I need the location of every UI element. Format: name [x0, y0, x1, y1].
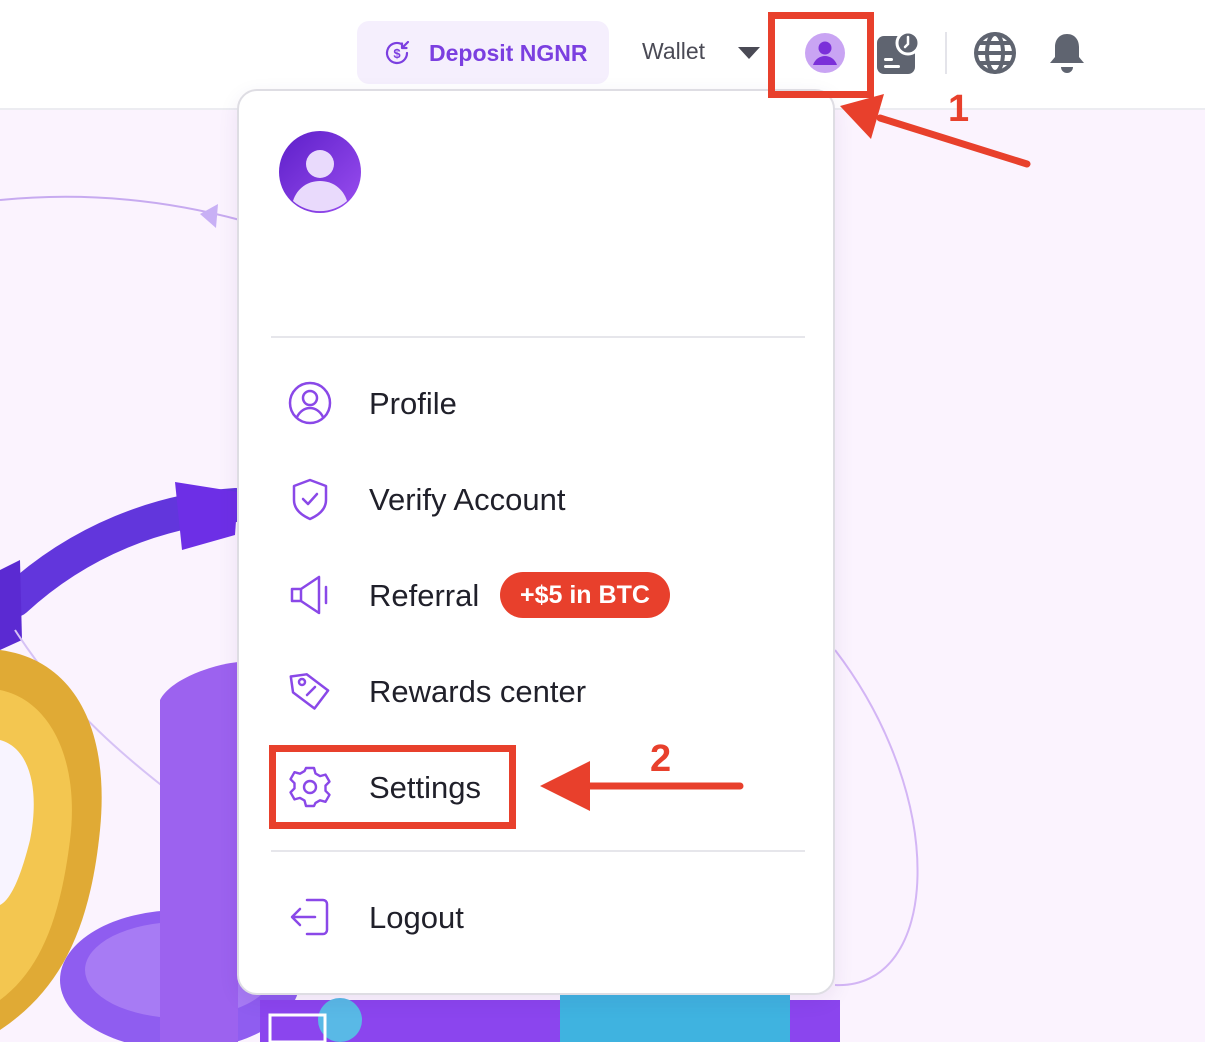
menu-item-profile[interactable]: Profile [271, 368, 805, 438]
globe-icon[interactable] [974, 32, 1016, 74]
deposit-dollar-icon: $ [385, 40, 410, 65]
orders-clock-icon[interactable] [876, 32, 920, 74]
user-circle-icon [288, 381, 332, 425]
toolbar-divider [945, 32, 947, 74]
menu-item-referral[interactable]: Referral +$5 in BTC [271, 560, 805, 630]
wallet-menu[interactable]: Wallet [642, 38, 705, 65]
bell-icon[interactable] [1048, 31, 1086, 75]
annotation-highlight-settings [269, 745, 516, 829]
tag-icon [289, 673, 330, 710]
shield-check-icon [292, 478, 328, 521]
megaphone-icon [290, 575, 328, 615]
svg-text:$: $ [393, 46, 401, 61]
profile-avatar-icon [279, 131, 361, 213]
menu-item-label: Verify Account [369, 482, 566, 517]
annotation-step-2: 2 [650, 738, 672, 780]
deposit-label: Deposit NGNR [429, 40, 588, 66]
caret-down-icon[interactable] [737, 46, 761, 60]
menu-item-verify-account[interactable]: Verify Account [271, 464, 805, 534]
menu-item-label: Profile [369, 386, 457, 421]
logout-icon [290, 898, 329, 936]
annotation-highlight-avatar [768, 12, 874, 98]
menu-item-rewards-center[interactable]: Rewards center [271, 656, 805, 726]
account-dropdown-menu: Profile Verify Account Referral +$5 in B… [237, 89, 835, 995]
logout-label: Logout [369, 900, 464, 935]
deposit-ngnr-button[interactable]: $ Deposit NGNR [357, 21, 609, 84]
menu-item-logout[interactable]: Logout [271, 882, 805, 952]
menu-divider [271, 336, 805, 338]
annotation-step-1: 1 [948, 88, 970, 130]
menu-item-label: Referral [369, 578, 480, 613]
referral-reward-badge: +$5 in BTC [500, 572, 670, 618]
menu-item-label: Rewards center [369, 674, 587, 709]
menu-divider [271, 850, 805, 852]
